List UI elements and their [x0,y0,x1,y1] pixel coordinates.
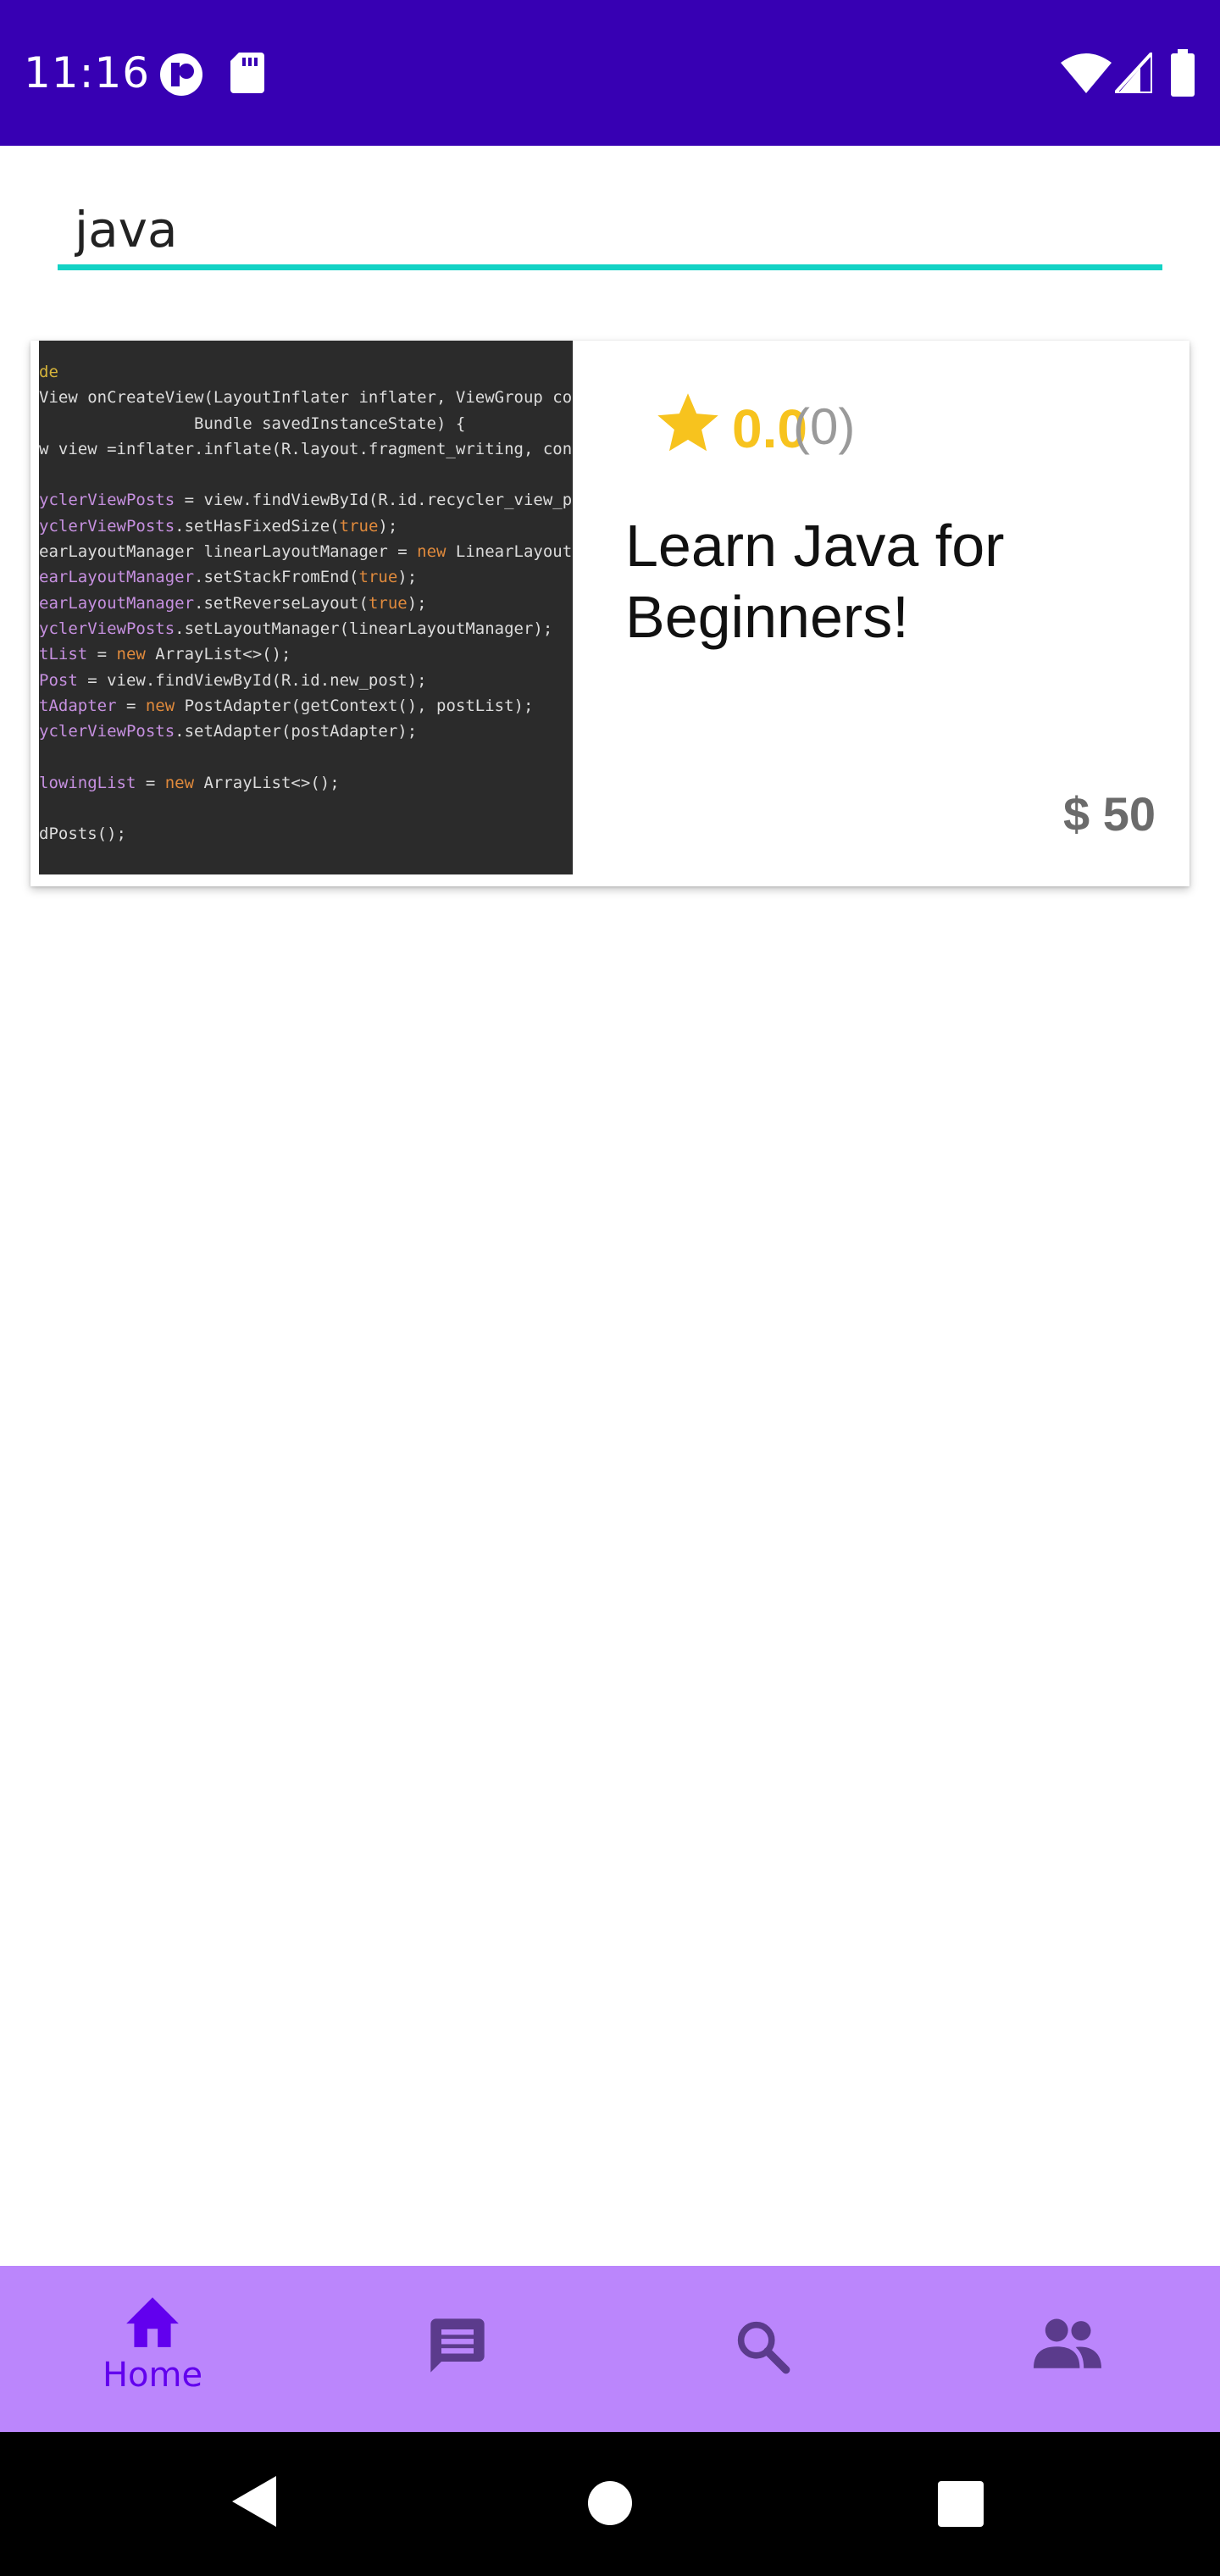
code-line: tAdapter = new PostAdapter(getContext(),… [39,696,534,715]
search-input[interactable] [58,193,1162,266]
course-price: $ 50 [1063,787,1156,841]
code-line: de [39,363,58,381]
code-line: earLayoutManager linearLayoutManager = n… [39,542,573,562]
home-circle-icon[interactable] [586,2479,634,2531]
nav-item-people[interactable] [915,2266,1220,2432]
nav-item-search[interactable] [610,2266,915,2432]
code-line: dPosts(); [39,824,126,844]
nav-label-home: Home [102,2356,203,2395]
system-navigation-bar [0,2432,1220,2576]
status-time: 11:16 [24,48,151,97]
notification-app-icon [159,53,203,101]
nav-item-home[interactable]: Home [0,2266,305,2432]
code-line: Bundle savedInstanceState) { [39,414,466,433]
code-line: yclerViewPosts = view.findViewById(R.id.… [39,491,573,510]
people-icon [1032,2317,1103,2375]
code-line: lowingList = new ArrayList<>(); [39,773,340,792]
code-line: Post = view.findViewById(R.id.new_post); [39,670,427,690]
chat-icon [425,2313,490,2382]
code-line: earLayoutManager.setReverseLayout(true); [39,593,427,613]
code-line: yclerViewPosts.setLayoutManager(linearLa… [39,619,553,638]
code-line: tList = new ArrayList<>(); [39,645,291,664]
code-screenshot-image: de View onCreateView(LayoutInflater infla… [39,341,573,874]
search-field[interactable] [58,193,1162,271]
wifi-icon [1061,53,1112,97]
course-card[interactable]: de View onCreateView(LayoutInflater infla… [30,341,1190,886]
star-icon [652,388,724,464]
code-line: yclerViewPosts.setAdapter(postAdapter); [39,722,418,741]
cellular-signal-icon [1111,47,1154,97]
bottom-navigation: Home [0,2266,1220,2432]
back-icon[interactable] [230,2474,278,2533]
rating-count: (0) [793,398,856,455]
course-title: Learn Java for Beginners! [625,513,1005,650]
code-line: View onCreateView(LayoutInflater inflate… [39,388,573,408]
search-underline [58,264,1162,270]
code-line: yclerViewPosts.setHasFixedSize(true); [39,516,398,536]
sd-card-icon [230,53,264,97]
code-line: earLayoutManager.setStackFromEnd(true); [39,568,418,587]
code-text: de View onCreateView(LayoutInflater infla… [39,359,573,847]
nav-item-messages[interactable] [305,2266,610,2432]
status-bar: 11:16 [0,0,1220,146]
code-line: w view =inflater.inflate(R.layout.fragme… [39,439,573,458]
recents-icon[interactable] [937,2481,984,2531]
home-icon [121,2291,184,2352]
search-icon [733,2317,792,2380]
battery-icon [1171,49,1195,101]
